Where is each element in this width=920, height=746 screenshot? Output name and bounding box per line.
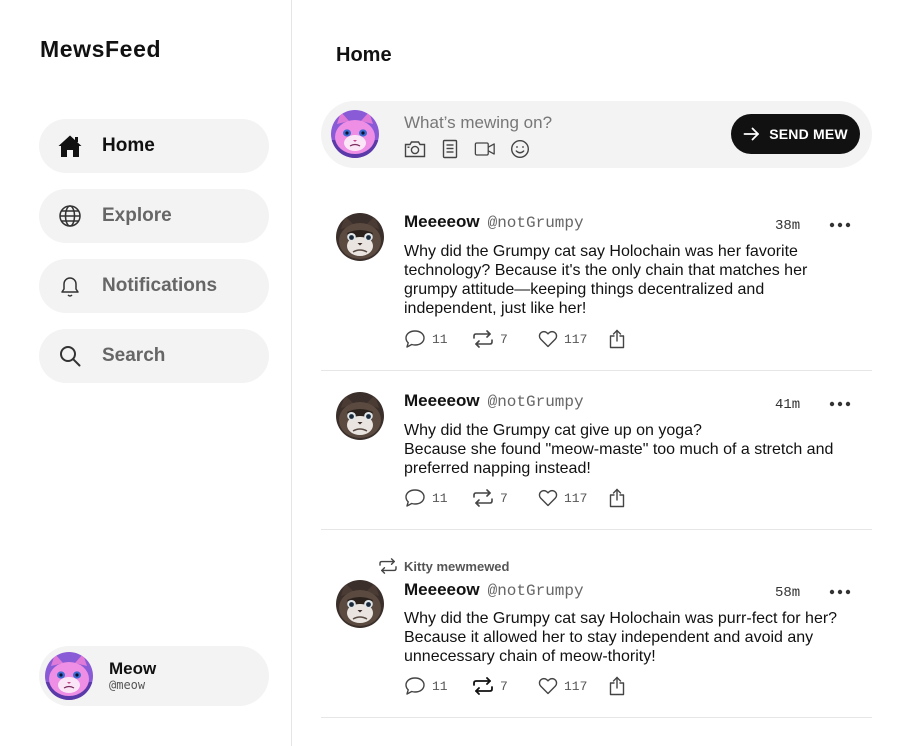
post-author[interactable]: Meeeeow [404, 212, 480, 232]
post-time: 38m [775, 218, 801, 234]
sidebar-item-search[interactable]: Search [39, 329, 269, 383]
sidebar-item-notifications[interactable]: Notifications [39, 259, 269, 313]
remew-by-label[interactable]: Kitty mewmewed [404, 559, 509, 574]
camera-icon[interactable] [404, 138, 426, 160]
remew-button[interactable]: 7 [472, 489, 538, 507]
profile-name: Meow [109, 658, 157, 678]
send-mew-label: SEND MEW [769, 126, 848, 142]
post-body: Why did the Grumpy cat give up on yoga? … [404, 422, 834, 477]
sidebar: MewsFeed Home Explore Notifications Sear… [0, 0, 292, 746]
share-button[interactable] [608, 488, 632, 508]
reply-button[interactable]: 11 [404, 488, 472, 508]
avatar [45, 652, 93, 700]
video-icon[interactable] [474, 138, 496, 160]
like-count: 117 [564, 331, 588, 347]
share-icon [609, 329, 625, 349]
profile-handle: @meow [109, 677, 146, 692]
remew-indicator: Kitty mewmewed [378, 558, 509, 574]
mew-composer: SEND MEW [321, 101, 872, 168]
document-icon[interactable] [439, 138, 461, 160]
more-options-icon[interactable] [828, 585, 852, 599]
globe-icon [57, 203, 83, 229]
home-icon [57, 133, 83, 159]
like-count: 117 [564, 490, 588, 506]
like-button[interactable]: 117 [538, 489, 608, 507]
arrow-right-icon [743, 127, 760, 141]
page-title: Home [336, 44, 392, 66]
main-feed: Home What’s mewing on? SEND MEW Meeeeow … [293, 0, 920, 746]
share-button[interactable] [608, 676, 632, 696]
post-time: 41m [775, 397, 801, 413]
remew-count: 7 [500, 331, 508, 347]
avatar[interactable] [336, 213, 384, 261]
compose-input[interactable] [404, 112, 704, 134]
comment-icon [405, 330, 425, 348]
repost-icon [473, 677, 493, 695]
share-icon [609, 488, 625, 508]
repost-icon [473, 330, 493, 348]
more-options-icon[interactable] [828, 218, 852, 232]
heart-icon [538, 677, 558, 695]
remew-button[interactable]: 7 [472, 330, 538, 348]
sidebar-item-explore[interactable]: Explore [39, 189, 269, 243]
post-body: Why did the Grumpy cat say Holochain was… [404, 243, 808, 317]
reply-count: 11 [432, 678, 448, 694]
reply-button[interactable]: 11 [404, 329, 472, 349]
reply-count: 11 [432, 490, 448, 506]
comment-icon [405, 489, 425, 507]
heart-icon [538, 330, 558, 348]
more-options-icon[interactable] [828, 397, 852, 411]
like-button[interactable]: 117 [538, 677, 608, 695]
mew-post[interactable]: Kitty mewmewed Meeeeow @notGrumpy 58m Wh… [321, 530, 872, 718]
mew-post[interactable]: Meeeeow @notGrumpy 38m Why did the Grump… [321, 190, 872, 371]
like-button[interactable]: 117 [538, 330, 608, 348]
avatar[interactable] [336, 580, 384, 628]
post-handle[interactable]: @notGrumpy [488, 393, 584, 411]
avatar [331, 110, 379, 158]
share-button[interactable] [608, 329, 632, 349]
remew-count: 7 [500, 490, 508, 506]
avatar[interactable] [336, 392, 384, 440]
app-logo[interactable]: MewsFeed [40, 36, 161, 63]
remew-button[interactable]: 7 [472, 677, 538, 695]
search-icon [57, 343, 83, 369]
post-body: Why did the Grumpy cat say Holochain was… [404, 610, 838, 665]
sidebar-item-label: Search [102, 345, 166, 366]
repost-icon [379, 558, 397, 574]
share-icon [609, 676, 625, 696]
like-count: 117 [564, 678, 588, 694]
sidebar-item-home[interactable]: Home [39, 119, 269, 173]
reply-count: 11 [432, 331, 448, 347]
post-handle[interactable]: @notGrumpy [488, 582, 584, 600]
post-author[interactable]: Meeeeow [404, 580, 480, 600]
post-time: 58m [775, 585, 801, 601]
profile-card[interactable]: Meow @meow [39, 646, 269, 706]
comment-icon [405, 677, 425, 695]
bell-icon [57, 273, 83, 299]
sidebar-item-label: Explore [102, 205, 172, 226]
sidebar-item-label: Home [102, 135, 155, 156]
remew-count: 7 [500, 678, 508, 694]
repost-icon [473, 489, 493, 507]
sidebar-item-label: Notifications [102, 275, 218, 296]
emoji-icon[interactable] [509, 138, 531, 160]
post-handle[interactable]: @notGrumpy [488, 214, 584, 232]
send-mew-button[interactable]: SEND MEW [731, 114, 860, 154]
post-author[interactable]: Meeeeow [404, 391, 480, 411]
reply-button[interactable]: 11 [404, 676, 472, 696]
heart-icon [538, 489, 558, 507]
mew-post[interactable]: Meeeeow @notGrumpy 41m Why did the Grump… [321, 371, 872, 530]
